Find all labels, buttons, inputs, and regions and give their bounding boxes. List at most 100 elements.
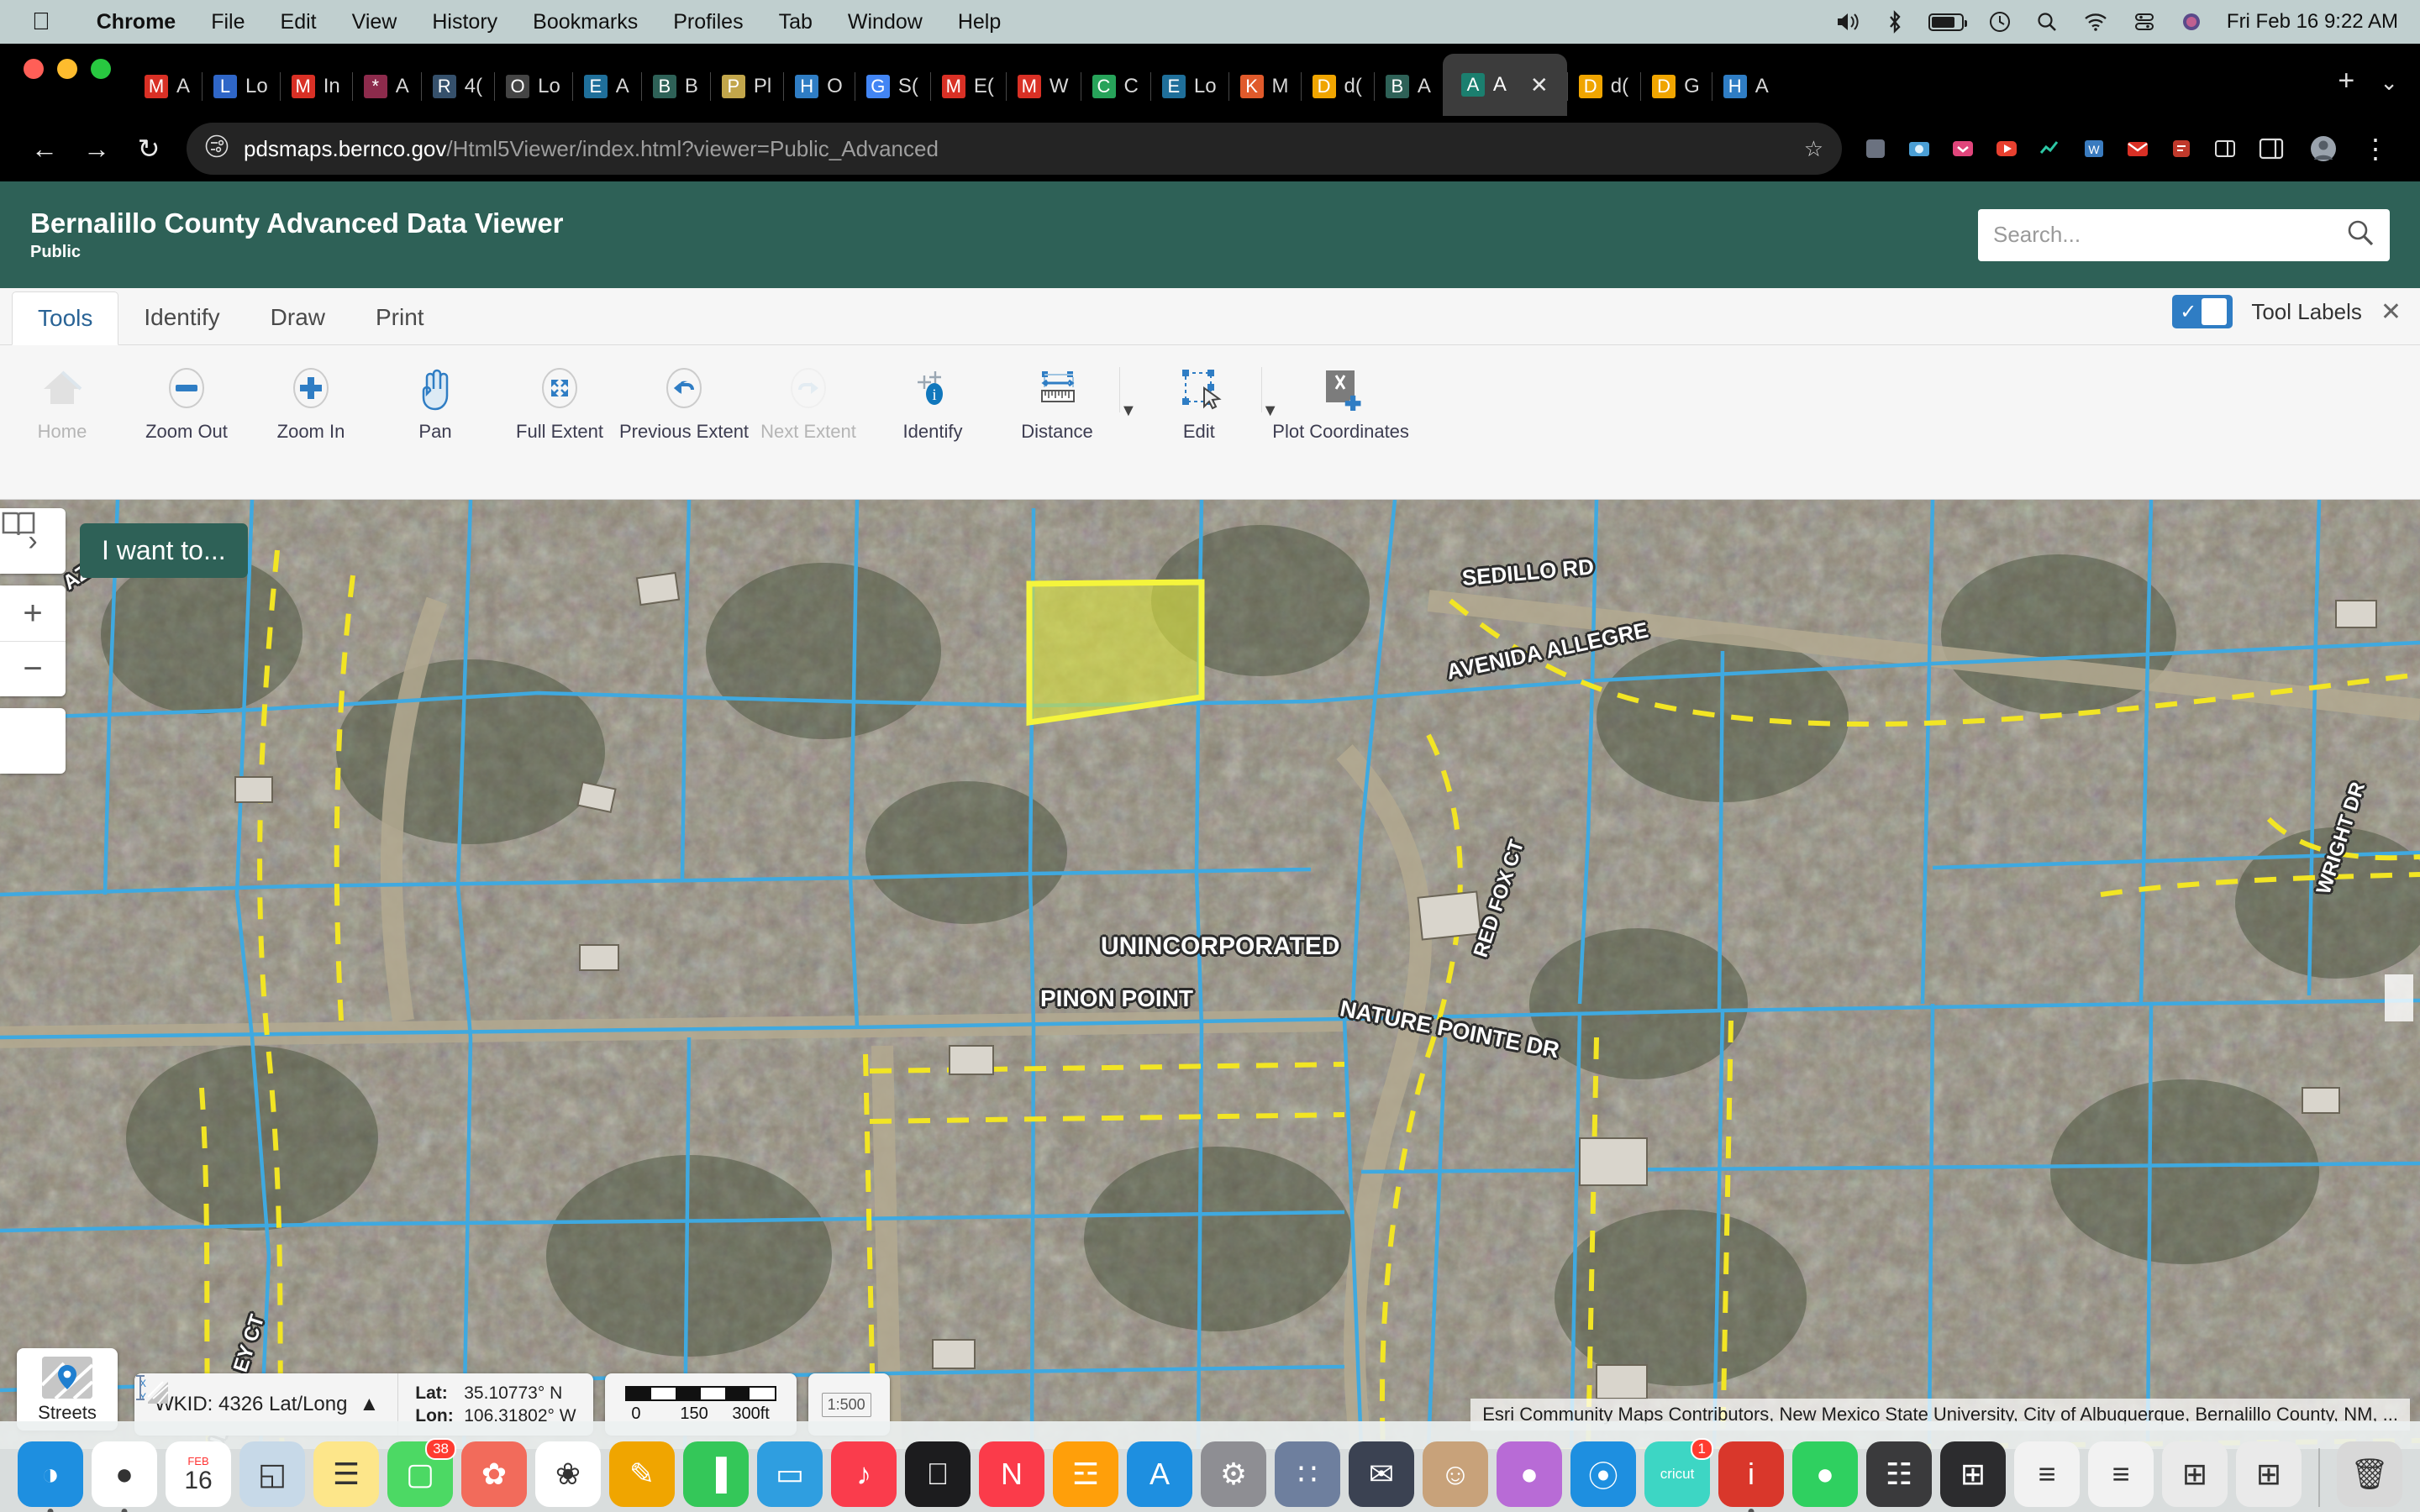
dock-item-pencil[interactable]: ✎ — [609, 1441, 675, 1507]
spotlight-search-icon[interactable] — [2023, 11, 2070, 33]
menu-item-file[interactable]: File — [193, 10, 262, 34]
page-info-icon[interactable] — [205, 134, 229, 164]
dock-item-mail-client[interactable]: ✉ — [1349, 1441, 1414, 1507]
dock-item-siri[interactable]: ● — [1497, 1441, 1562, 1507]
close-tab-icon[interactable]: ✕ — [1530, 72, 1549, 98]
menu-item-edit[interactable]: Edit — [263, 10, 334, 34]
bluetooth-icon[interactable] — [1874, 10, 1916, 34]
dock-item-keynote[interactable]: ▭ — [757, 1441, 823, 1507]
split-view-icon[interactable] — [2205, 130, 2245, 167]
close-window-button[interactable] — [24, 59, 44, 79]
map-book-icon[interactable] — [0, 512, 66, 774]
tab-item[interactable]: MA — [133, 57, 202, 116]
dock-item-books[interactable]: ☲ — [1053, 1441, 1118, 1507]
dock-item-sheets2[interactable]: ⊞ — [2236, 1441, 2302, 1507]
menu-item-bookmarks[interactable]: Bookmarks — [515, 10, 655, 34]
dock-item-sheets1[interactable]: ⊞ — [2162, 1441, 2228, 1507]
dock-item-cricut[interactable]: cricut 1 — [1644, 1438, 1713, 1507]
siri-icon[interactable] — [2168, 11, 2215, 33]
scale-ratio-value[interactable]: 1:500 — [821, 1392, 871, 1417]
time-machine-icon[interactable] — [1976, 11, 2023, 33]
reload-button[interactable]: ↻ — [123, 123, 175, 175]
menubar-clock[interactable]: Fri Feb 16 9:22 AM — [2215, 10, 2420, 34]
tab-item[interactable]: BA — [1373, 57, 1443, 116]
menu-item-profiles[interactable]: Profiles — [655, 10, 760, 34]
dock-item-preview[interactable]: ◱ — [239, 1441, 305, 1507]
menu-item-help[interactable]: Help — [940, 10, 1018, 34]
tab-item[interactable]: M In — [279, 57, 352, 116]
menu-item-window[interactable]: Window — [830, 10, 940, 34]
i-want-to-button[interactable]: I want to... — [80, 523, 248, 578]
chevron-down-icon[interactable]: ▼ — [1120, 402, 1137, 421]
wkid-caret-up-icon[interactable]: ▲ — [359, 1393, 379, 1416]
dictionary-icon[interactable]: W — [2074, 130, 2114, 167]
dock-item-messages[interactable]: ▢ 38 — [387, 1438, 456, 1507]
menu-item-tab[interactable]: Tab — [761, 10, 830, 34]
menu-item-view[interactable]: View — [334, 10, 415, 34]
tab-item[interactable]: EA — [571, 57, 641, 116]
tab-item[interactable]: O Lo — [494, 57, 572, 116]
dock-item-launchpad[interactable]: ∷ — [1275, 1441, 1340, 1507]
apple-menu-icon[interactable]:  — [32, 9, 50, 34]
dock-item-news[interactable]: N — [979, 1441, 1044, 1507]
tool-distance[interactable]: Distance — [995, 364, 1119, 443]
search-input[interactable] — [1993, 222, 2346, 248]
dock-item-notes[interactable]: ☰ — [313, 1441, 379, 1507]
tab-item[interactable]: Dd( — [1566, 57, 1640, 116]
tool-full-extent[interactable]: Full Extent — [497, 364, 622, 443]
map-zoom-in-button[interactable]: + — [0, 585, 66, 641]
dock-item-contacts[interactable]: ☺ — [1423, 1441, 1488, 1507]
tool-labels-toggle[interactable]: ✓ — [2172, 295, 2233, 328]
tab-item[interactable]: Dd( — [1300, 57, 1374, 116]
dock-item-docs2[interactable]: ≡ — [2088, 1441, 2154, 1507]
address-bar[interactable]: pdsmaps.bernco.gov/Html5Viewer/index.htm… — [187, 123, 1842, 175]
notes-icon[interactable] — [2161, 130, 2202, 167]
dock-item-settings[interactable]: ⚙ — [1201, 1441, 1266, 1507]
dock-item-music[interactable]: ♪ — [831, 1441, 897, 1507]
dock-item-appstore[interactable]: A — [1127, 1441, 1192, 1507]
map-zoom-out-button[interactable]: − — [0, 641, 66, 696]
wifi-icon[interactable] — [2070, 13, 2121, 31]
sidebar-icon[interactable] — [2245, 123, 2297, 175]
dock-item-chat[interactable]: ● — [1792, 1441, 1858, 1507]
dock-item-calculator-app[interactable]: ☷ — [1866, 1441, 1932, 1507]
chrome-menu-icon[interactable]: ⋮ — [2349, 123, 2402, 175]
menu-item-history[interactable]: History — [414, 10, 515, 34]
tab-search-chevron-down-icon[interactable]: ⌄ — [2371, 70, 2420, 116]
screenshot-icon[interactable] — [1899, 130, 1939, 167]
tab-item[interactable]: E Lo — [1150, 57, 1228, 116]
ribbon-tab-tools[interactable]: Tools — [12, 291, 119, 345]
close-ribbon-icon[interactable]: ✕ — [2381, 297, 2402, 327]
tab-item[interactable]: DG — [1640, 57, 1712, 116]
volume-icon[interactable] — [1823, 11, 1874, 33]
dock-item-trash[interactable]: 🗑 — [2337, 1441, 2402, 1507]
tab-item[interactable]: G S( — [854, 57, 930, 116]
ribbon-tab-print[interactable]: Print — [350, 291, 450, 344]
basemap-selector[interactable]: Streets — [17, 1348, 118, 1431]
back-button[interactable]: ← — [18, 123, 71, 175]
minimize-window-button[interactable] — [57, 59, 77, 79]
tool-pan[interactable]: Pan — [373, 364, 497, 443]
profile-avatar[interactable] — [2297, 123, 2349, 175]
extension-icon[interactable] — [1855, 130, 1896, 167]
tab-item[interactable]: KM — [1228, 57, 1301, 116]
dock-item-photos-alt[interactable]: ✿ — [461, 1441, 527, 1507]
dock-item-photos[interactable]: ❀ — [535, 1441, 601, 1507]
tab-item[interactable]: * A — [351, 57, 421, 116]
tab-item[interactable]: P Pl — [709, 57, 783, 116]
tab-item[interactable]: BB — [640, 57, 710, 116]
chevron-down-icon[interactable]: ▼ — [1262, 402, 1279, 421]
dock-item-finder[interactable]: ◑ — [18, 1441, 83, 1512]
dock-item-appletv[interactable]:  — [905, 1441, 971, 1507]
video-icon[interactable] — [1986, 130, 2027, 167]
tab-item[interactable]: M E( — [929, 57, 1006, 116]
dock-item-calendar[interactable]: FEB 16 — [166, 1441, 231, 1507]
search-box[interactable] — [1978, 208, 2390, 261]
dock-item-chrome[interactable]: ● — [92, 1441, 157, 1512]
dock-item-calculator[interactable]: ⊞ — [1940, 1441, 2006, 1507]
menu-item-chrome[interactable]: Chrome — [79, 10, 193, 34]
new-tab-button[interactable]: + — [2321, 65, 2371, 116]
tool-zoom-in[interactable]: Zoom In — [249, 364, 373, 443]
tool-previous-extent[interactable]: Previous Extent — [619, 364, 749, 443]
tab-item[interactable]: HA — [1711, 57, 1781, 116]
